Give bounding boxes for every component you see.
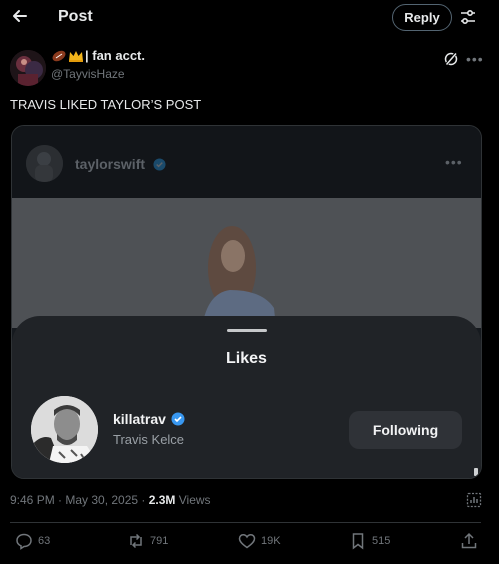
scroll-indicator [474,468,478,476]
post-timestamp[interactable]: 9:46 PM · May 30, 2025 · [10,493,149,507]
page-title: Post [58,8,93,25]
bookmark-icon [352,533,364,550]
embedded-avatar [26,145,63,182]
post-text: TRAVIS LIKED TAYLOR’S POST [10,97,202,112]
reply-button[interactable]: Reply [392,4,452,31]
author-name-text: | fan acct. [85,48,145,63]
reply-action[interactable]: 63 [15,532,50,550]
reply-icon [16,533,32,550]
author-name[interactable]: | fan acct. [51,48,145,63]
author-handle[interactable]: @TayvisHaze [51,67,125,81]
repost-icon [130,533,142,549]
views-label: Views [175,493,211,507]
more-options-icon[interactable]: ••• [466,51,484,67]
liker-username: killatrav [113,411,185,427]
liker-avatar [31,396,98,463]
reply-count: 63 [38,535,51,547]
like-action[interactable]: 19K [238,532,281,550]
sheet-drag-handle [227,329,267,332]
top-bar: Post Reply [0,0,499,36]
bookmark-count: 515 [372,535,391,547]
embedded-account-name: taylorswift [75,156,166,172]
arrow-left-icon[interactable] [10,6,30,26]
divider [10,522,481,523]
embedded-more-icon: ••• [445,154,463,170]
bookmark-action[interactable]: 515 [349,532,390,550]
share-action[interactable] [460,532,478,550]
embedded-photo [12,198,481,328]
football-emoji [52,50,66,61]
views-count: 2.3M [148,493,176,507]
likes-title: Likes [226,350,267,367]
repost-count: 791 [150,535,169,547]
analytics-icon[interactable] [466,492,482,508]
action-bar: 63 791 19K 515 [0,532,499,554]
liker-full-name: Travis Kelce [113,432,185,447]
like-count: 19K [261,535,281,547]
crown-emoji [69,50,83,62]
post-media[interactable]: taylorswift ••• Likes killatrav Travis K… [11,125,482,479]
following-button: Following [349,411,462,449]
likes-sheet: Likes killatrav Travis Kelce Following [12,316,481,478]
heart-icon [238,534,256,549]
post-meta: 9:46 PM · May 30, 2025 · 2.3M Views [10,493,211,507]
repost-action[interactable]: 791 [127,532,168,550]
share-icon [461,532,477,549]
sliders-icon[interactable] [459,8,477,26]
embedded-header: taylorswift ••• [12,126,481,198]
verified-badge-icon [153,158,166,171]
verified-badge-icon [171,412,185,426]
grok-icon[interactable] [443,51,459,67]
avatar-image [10,50,46,86]
author-avatar[interactable] [10,50,46,86]
